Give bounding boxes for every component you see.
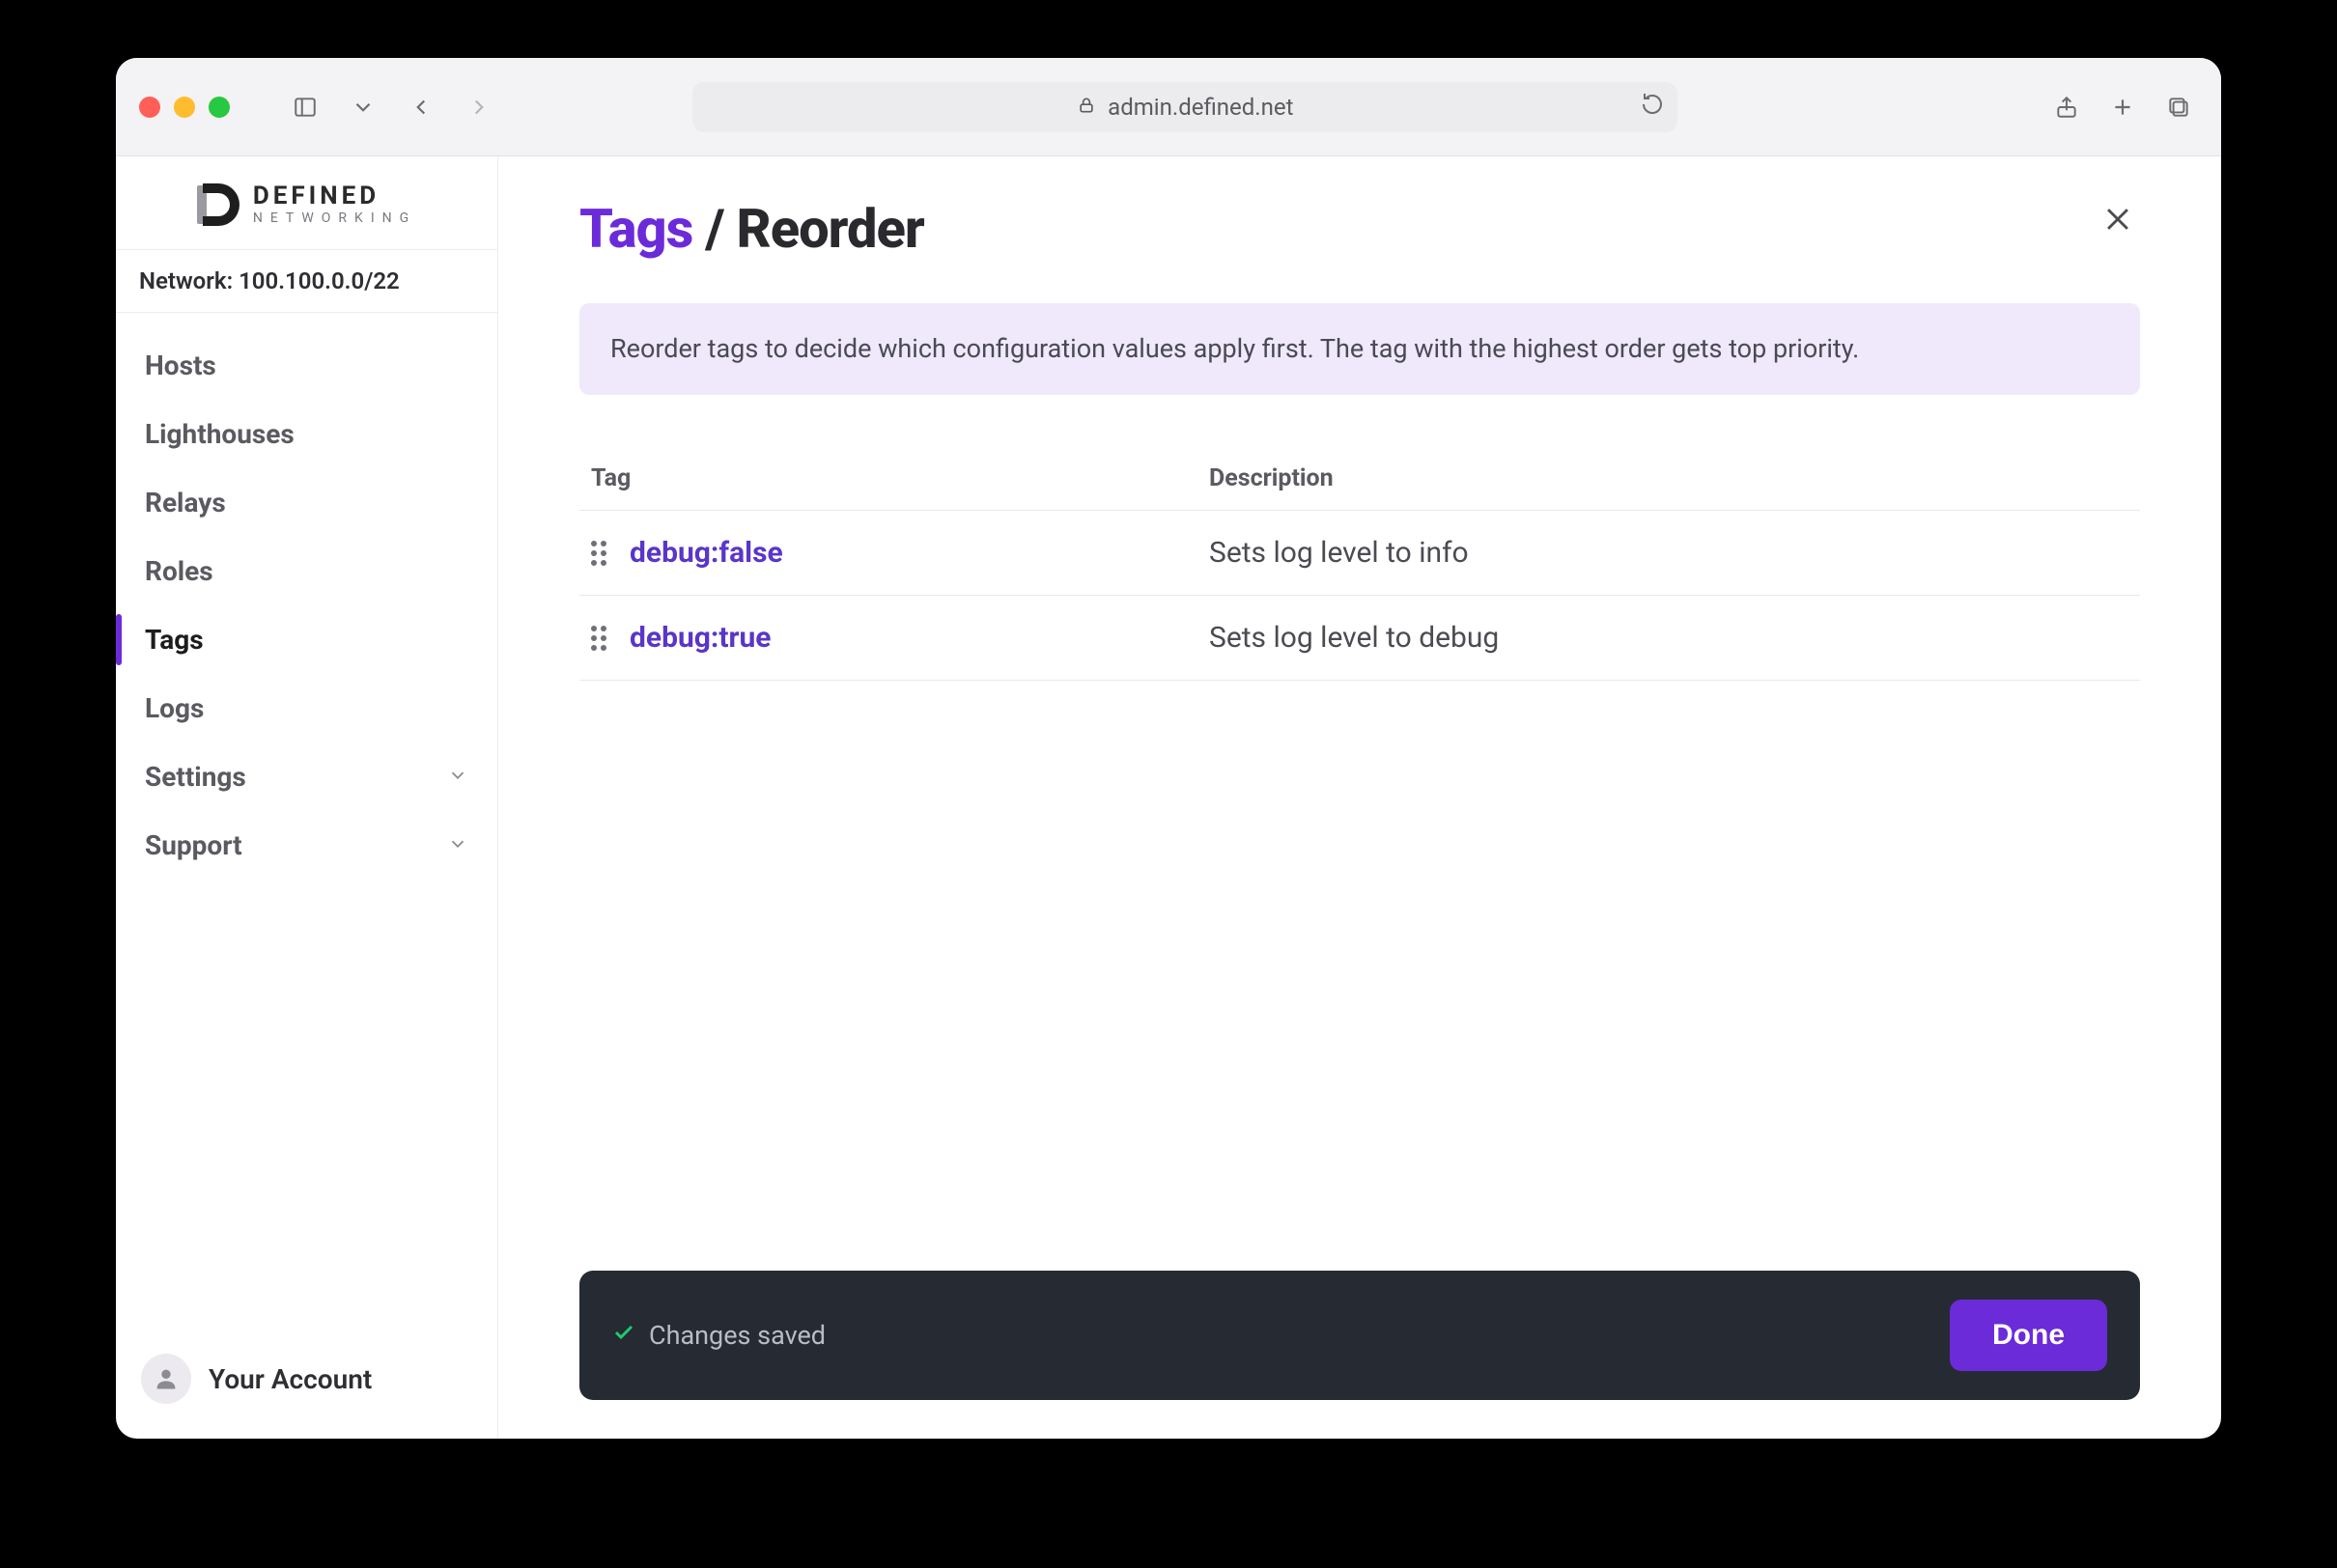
account-label: Your Account xyxy=(209,1363,372,1395)
tag-description: Sets log level to debug xyxy=(1209,621,2128,655)
sidebar-item-label: Settings xyxy=(145,761,246,793)
tags-table: Tag Description debug:false Sets log lev… xyxy=(579,464,2140,681)
tab-dropdown-button[interactable] xyxy=(344,88,382,126)
tab-overview-button[interactable] xyxy=(2159,88,2198,126)
browser-toolbar: admin.defined.net xyxy=(116,58,2221,156)
reload-button[interactable] xyxy=(1641,93,1664,122)
window-controls xyxy=(139,97,230,118)
tag-name[interactable]: debug:true xyxy=(630,621,1209,655)
brand-logo-icon xyxy=(197,183,239,226)
table-row[interactable]: debug:true Sets log level to debug xyxy=(579,596,2140,681)
close-button[interactable] xyxy=(2096,197,2140,245)
sidebar-item-label: Hosts xyxy=(145,350,216,381)
column-header-description: Description xyxy=(1209,464,2128,492)
brand-name: DEFINED xyxy=(253,183,416,210)
sidebar: DEFINED NETWORKING Network: 100.100.0.0/… xyxy=(116,156,498,1439)
sidebar-item-lighthouses[interactable]: Lighthouses xyxy=(127,403,486,465)
sidebar-item-label: Relays xyxy=(145,487,226,518)
brand-text: DEFINED NETWORKING xyxy=(253,183,416,226)
table-row[interactable]: debug:false Sets log level to info xyxy=(579,511,2140,596)
sidebar-item-support[interactable]: Support xyxy=(127,814,486,877)
breadcrumb-leaf: Reorder xyxy=(737,197,924,261)
breadcrumb: Tags / Reorder xyxy=(579,197,924,261)
account-link[interactable]: Your Account xyxy=(116,1332,497,1439)
window-minimize-button[interactable] xyxy=(174,97,195,118)
save-status: Changes saved xyxy=(612,1320,826,1351)
sidebar-item-tags[interactable]: Tags xyxy=(127,608,486,671)
brand-subtitle: NETWORKING xyxy=(253,211,416,226)
sidebar-item-label: Logs xyxy=(145,692,204,724)
sidebar-item-logs[interactable]: Logs xyxy=(127,677,486,740)
nav-forward-button[interactable] xyxy=(460,88,498,126)
sidebar-item-label: Tags xyxy=(145,624,204,656)
sidebar-item-hosts[interactable]: Hosts xyxy=(127,334,486,397)
breadcrumb-separator: / xyxy=(692,197,736,261)
sidebar-toggle-button[interactable] xyxy=(286,88,324,126)
browser-window: admin.defined.net xyxy=(116,58,2221,1439)
main-content: Tags / Reorder Reorder tags to decide wh… xyxy=(498,156,2221,1439)
tag-name[interactable]: debug:false xyxy=(630,536,1209,570)
window-zoom-button[interactable] xyxy=(209,97,230,118)
sidebar-item-roles[interactable]: Roles xyxy=(127,540,486,602)
sidebar-item-label: Support xyxy=(145,829,242,861)
sidebar-item-label: Roles xyxy=(145,555,213,587)
drag-handle-icon[interactable] xyxy=(591,541,630,566)
done-button[interactable]: Done xyxy=(1950,1300,2107,1371)
new-tab-button[interactable] xyxy=(2103,88,2142,126)
sidebar-item-settings[interactable]: Settings xyxy=(127,745,486,808)
action-footer: Changes saved Done xyxy=(579,1271,2140,1400)
chevron-down-icon xyxy=(447,829,468,861)
address-text: admin.defined.net xyxy=(1108,94,1293,121)
address-bar[interactable]: admin.defined.net xyxy=(692,82,1677,132)
page-titlebar: Tags / Reorder xyxy=(579,197,2140,261)
breadcrumb-root[interactable]: Tags xyxy=(579,197,692,261)
tag-description: Sets log level to info xyxy=(1209,536,2128,570)
info-banner: Reorder tags to decide which configurati… xyxy=(579,303,2140,395)
nav-back-button[interactable] xyxy=(402,88,440,126)
lock-icon xyxy=(1077,94,1096,121)
table-header: Tag Description xyxy=(579,464,2140,511)
sidebar-item-label: Lighthouses xyxy=(145,418,295,450)
column-header-tag: Tag xyxy=(591,464,1209,492)
checkmark-icon xyxy=(612,1320,635,1351)
share-button[interactable] xyxy=(2047,88,2086,126)
avatar-icon xyxy=(141,1354,191,1404)
window-close-button[interactable] xyxy=(139,97,160,118)
chevron-down-icon xyxy=(447,761,468,793)
app-body: DEFINED NETWORKING Network: 100.100.0.0/… xyxy=(116,156,2221,1439)
status-text: Changes saved xyxy=(649,1320,826,1351)
sidebar-item-relays[interactable]: Relays xyxy=(127,471,486,534)
network-label: Network: 100.100.0.0/22 xyxy=(116,249,497,313)
drag-handle-icon[interactable] xyxy=(591,626,630,651)
brand: DEFINED NETWORKING xyxy=(116,156,497,249)
sidebar-nav: Hosts Lighthouses Relays Roles Tags xyxy=(116,313,497,898)
